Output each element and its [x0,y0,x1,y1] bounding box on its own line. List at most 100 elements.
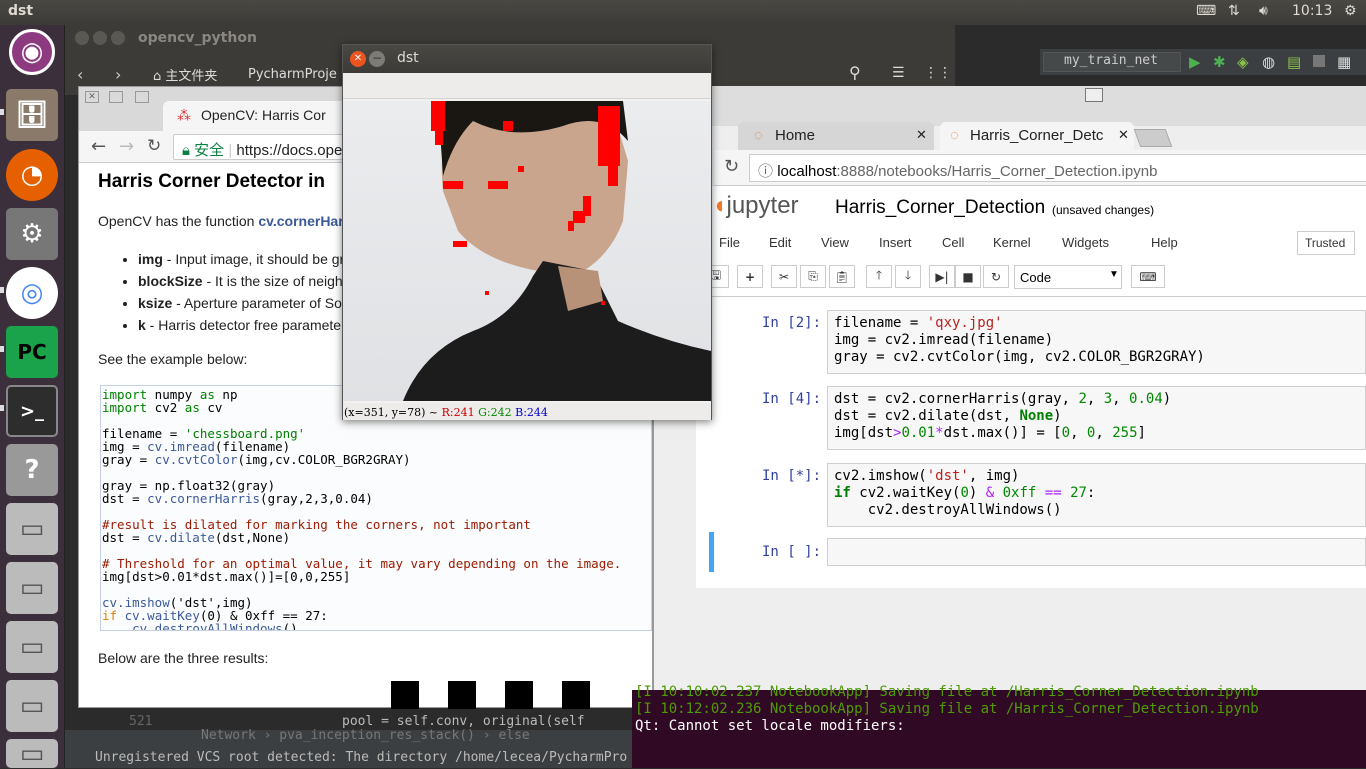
param-item: blockSize - It is the size of neigh [138,270,344,292]
back-icon[interactable]: ← [91,136,106,157]
drive-icon-3[interactable]: ▭ [6,621,58,673]
insert-cell-icon[interactable]: + [737,265,763,288]
grid-view-icon[interactable]: ⋮⋮ [924,65,952,81]
close-tab-icon[interactable]: ✕ [916,127,927,143]
profile-icon[interactable]: ◍ [1262,53,1275,71]
breadcrumb-item[interactable]: else [498,728,529,743]
trash-icon[interactable]: ▭ [6,739,58,769]
notebook-name[interactable]: Harris_Corner_Detection [835,197,1045,219]
concurrency-icon[interactable]: ▤ [1287,53,1301,71]
info-icon: ⓘ [758,163,774,180]
close-icon[interactable] [75,31,89,45]
maximize-icon[interactable] [111,31,125,45]
coords-readout: (x=351, y=78) ~ [344,406,439,419]
drive-icon-4[interactable]: ▭ [6,680,58,732]
terminal-icon[interactable]: >_ [6,385,58,437]
code-example[interactable]: import numpy as np import cv2 as cv file… [100,385,652,631]
copy-icon[interactable]: ⎘ [800,265,826,288]
move-down-icon[interactable]: 🡓︎ [895,265,921,288]
forward-icon[interactable]: › [115,65,121,84]
menu-widgets[interactable]: Widgets [1062,235,1109,250]
sdk-icon[interactable]: ▦ [1337,53,1351,71]
code-cell[interactable]: filename = 'qxy.jpg' img = cv2.imread(fi… [827,310,1366,374]
tab-home[interactable]: ◌ Home ✕ [738,122,934,150]
menu-kernel[interactable]: Kernel [993,235,1031,250]
tab-opencv-docs[interactable]: ⁂ OpenCV: Harris Cor [163,101,363,131]
forward-icon[interactable]: → [119,136,134,157]
stop-icon[interactable] [1313,55,1325,67]
restart-icon[interactable]: ↻ [983,265,1009,288]
function-link[interactable]: cv.cornerHar [258,213,343,229]
menu-help[interactable]: Help [1151,235,1178,250]
maximize-icon[interactable] [1085,88,1103,102]
command-palette-icon[interactable]: ⌨ [1131,265,1165,288]
run-cell-icon[interactable]: ▶| [929,265,955,288]
paste-icon[interactable]: 📋︎ [829,265,855,288]
menu-file[interactable]: File [719,235,740,250]
result-image [562,681,590,709]
close-icon[interactable]: ✕ [85,91,99,103]
reload-icon[interactable]: ↻ [724,156,739,177]
chrome-icon[interactable]: ◎ [6,267,58,319]
close-icon[interactable]: ✕ [350,51,366,67]
menu-edit[interactable]: Edit [769,235,791,250]
breadcrumb-item[interactable]: pva_inception_res_stack() [279,728,475,743]
tab-notebook[interactable]: ◌ Harris_Corner_Detc ✕ [940,122,1134,150]
cell-prompt: In [ ]: [762,544,822,560]
param-name: blockSize [138,273,203,289]
pycharm-icon[interactable]: PC [6,326,58,378]
address-bar[interactable]: ⓘ localhost:8888/notebooks/Harris_Corner… [749,154,1366,182]
jupyter-tab-icon: ◌ [754,127,763,144]
run-icon[interactable]: ▶ [1189,53,1201,71]
settings-icon[interactable]: ⚙ [6,208,58,260]
coverage-icon[interactable]: ◈ [1237,53,1249,71]
ubuntu-dash-icon[interactable]: ◉ [9,29,55,75]
status-text[interactable]: Unregistered VCS root detected: The dire… [95,750,627,765]
maximize-icon[interactable] [135,91,149,103]
list-view-icon[interactable]: ☰ [892,65,905,81]
interrupt-icon[interactable]: ■ [955,265,981,288]
minimize-icon[interactable]: − [369,51,385,67]
volume-icon[interactable]: 🔊︎ [1259,3,1268,19]
terminal-window[interactable]: [I 10:10:02.237 NotebookApp] Saving file… [632,684,1366,768]
jupyter-logo[interactable]: ◖jupyter [712,192,799,220]
back-icon[interactable]: ‹ [77,65,83,84]
reload-icon[interactable]: ↻ [147,136,161,156]
keyboard-icon[interactable]: ⌨ [1196,3,1216,19]
search-icon[interactable]: ⚲ [849,63,861,82]
breadcrumb-item[interactable]: Network [201,728,256,743]
new-tab-button[interactable] [1133,129,1173,147]
debug-icon[interactable]: ✱ [1213,53,1226,71]
minimize-icon[interactable] [109,91,123,103]
menu-insert[interactable]: Insert [879,235,912,250]
save-status: (unsaved changes) [1052,203,1155,217]
page-heading: Harris Corner Detector in [98,171,326,192]
trusted-badge[interactable]: Trusted [1297,231,1355,255]
top-panel: dst ⌨ ⇅ 🔊︎ 10:13 ⚙ [0,0,1366,25]
firefox-icon[interactable]: ◔ [6,149,58,201]
files-icon[interactable]: 🗄︎ [6,89,58,141]
home-label: 主文件夹 [165,69,218,84]
minimize-icon[interactable] [93,31,107,45]
code-cell[interactable]: dst = cv2.cornerHarris(gray, 2, 3, 0.04)… [827,386,1366,450]
close-tab-icon[interactable]: ✕ [1118,127,1129,143]
home-button[interactable]: ⌂ 主文件夹 [153,65,217,84]
run-config-select[interactable]: my_train_net [1043,52,1181,72]
help-icon[interactable]: ? [6,444,58,496]
code-cell-active[interactable] [827,538,1366,566]
menu-cell[interactable]: Cell [942,235,964,250]
power-icon[interactable]: ⚙ [1344,3,1357,19]
network-icon[interactable]: ⇅ [1228,3,1240,19]
drive-icon-1[interactable]: ▭ [6,503,58,555]
cut-icon[interactable]: ✂ [771,265,797,288]
clock[interactable]: 10:13 [1292,3,1332,19]
cell-type-select[interactable]: Code ▼ [1014,265,1122,289]
code-cell[interactable]: cv2.imshow('dst', img) if cv2.waitKey(0)… [827,463,1366,527]
move-up-icon[interactable]: 🡑︎ [866,265,892,288]
result-photo[interactable] [343,101,711,401]
menu-view[interactable]: View [821,235,849,250]
folder-button[interactable]: PycharmProje [248,67,337,82]
cell-prompt: In [2]: [762,315,822,331]
drive-icon-2[interactable]: ▭ [6,562,58,614]
cell-type-value: Code [1020,270,1052,285]
